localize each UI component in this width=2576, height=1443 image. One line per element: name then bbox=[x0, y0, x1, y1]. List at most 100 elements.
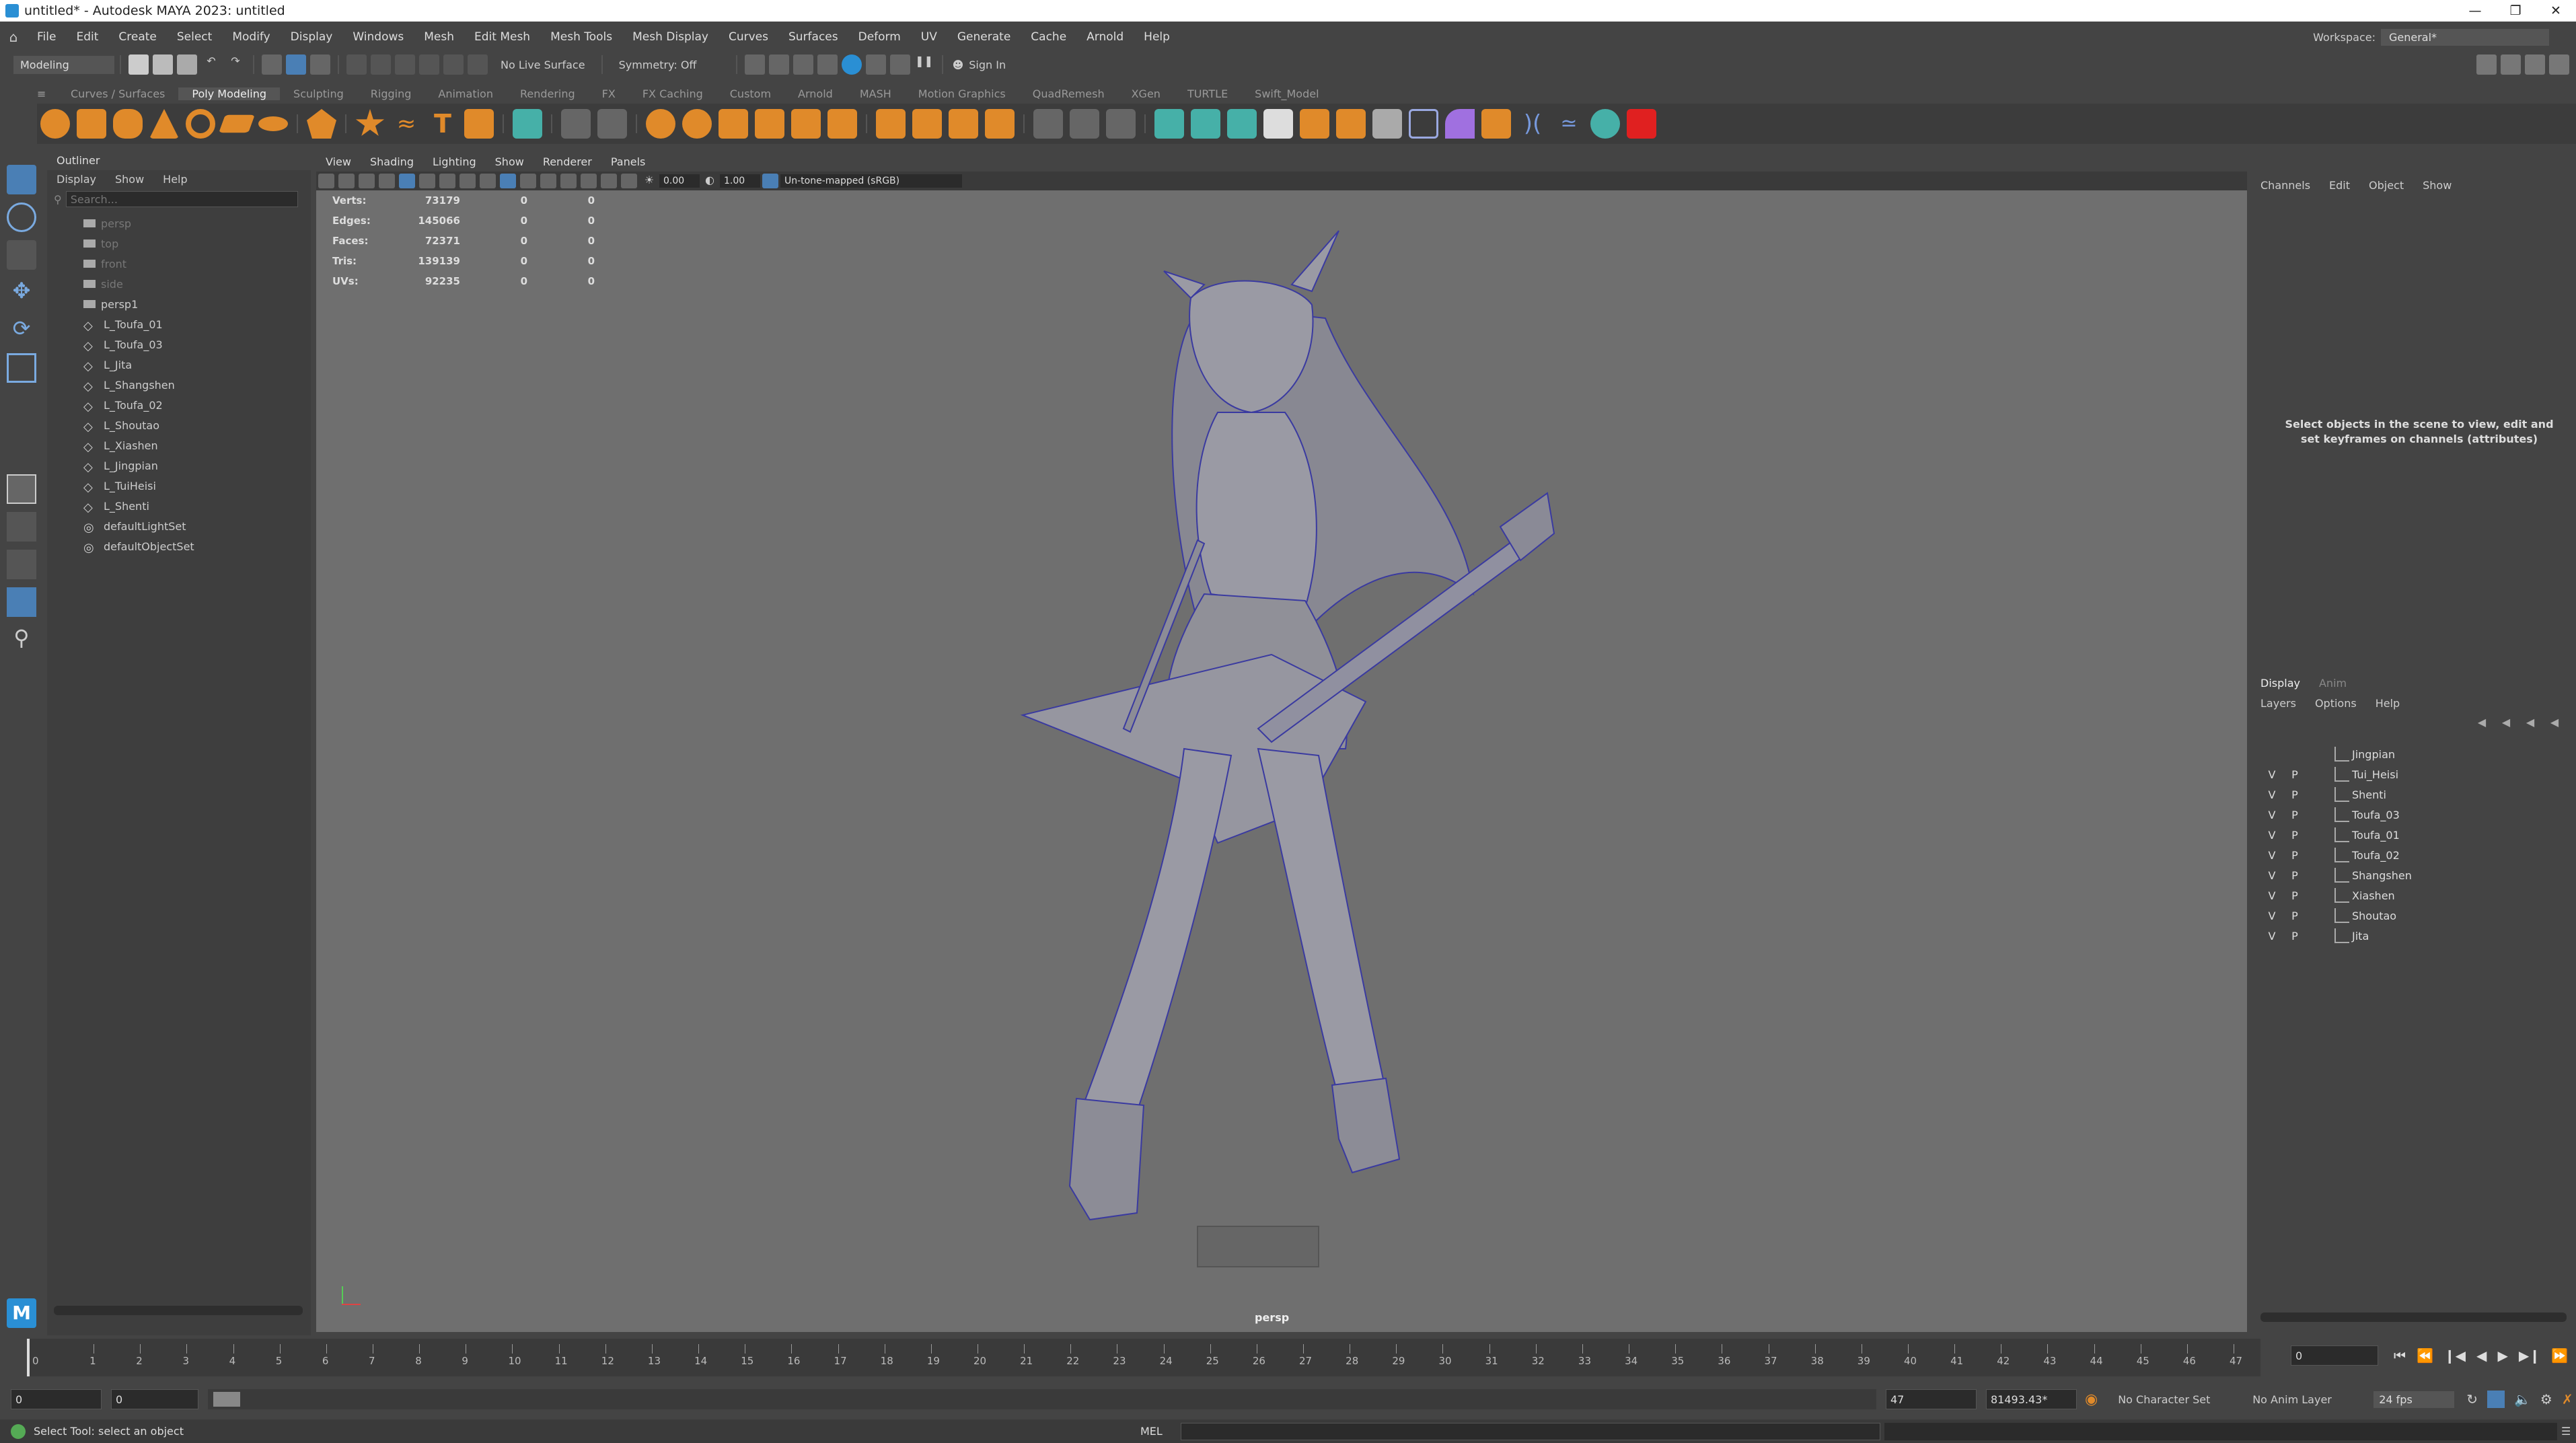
new-empty-layer-icon[interactable]: ◀ bbox=[2520, 716, 2540, 731]
open-scene-icon[interactable] bbox=[153, 54, 173, 75]
layer-visibility-toggle[interactable]: V bbox=[2260, 889, 2283, 902]
light-editor-icon[interactable] bbox=[889, 54, 910, 75]
color-management-icon[interactable] bbox=[762, 174, 778, 188]
shelf-tab-swift-model[interactable]: Swift_Model bbox=[1241, 87, 1332, 100]
bookmark-icon[interactable] bbox=[359, 174, 375, 188]
outliner-item[interactable]: ◇ L_Jingpian bbox=[83, 455, 311, 476]
viewport-scene[interactable]: Verts: 73179 0 0 Edges: 145066 0 0 Faces: 72371 0 0… bbox=[316, 190, 2247, 1332]
model-part[interactable] bbox=[1068, 1097, 1145, 1221]
layer-hscrollbar[interactable] bbox=[2260, 1312, 2567, 1322]
layer-tab-display[interactable]: Display bbox=[2260, 677, 2300, 690]
play-forward-icon[interactable]: ▶ bbox=[2497, 1347, 2507, 1364]
range-slider-bar[interactable] bbox=[208, 1389, 1876, 1409]
cube-wire-icon[interactable] bbox=[1409, 109, 1438, 139]
resolution-gate-icon[interactable] bbox=[439, 174, 455, 188]
fps-dropdown[interactable]: 24 fps bbox=[2373, 1391, 2455, 1408]
hypershade-icon[interactable] bbox=[841, 54, 862, 75]
menu-mesh[interactable]: Mesh bbox=[414, 30, 464, 44]
outliner-view-icon[interactable] bbox=[7, 587, 36, 617]
poly-plane-icon[interactable] bbox=[219, 114, 255, 133]
shadows-icon[interactable] bbox=[560, 174, 577, 188]
extrude-icon[interactable] bbox=[876, 109, 906, 139]
poly-text-icon[interactable]: T bbox=[428, 109, 457, 139]
step-forward-key-icon[interactable]: ⏩ bbox=[2551, 1347, 2568, 1364]
cache-icon[interactable]: ⚙ bbox=[2540, 1391, 2552, 1407]
layer-row[interactable]: V P Toufa_03 bbox=[2260, 805, 2576, 825]
viewport-menu-renderer[interactable]: Renderer bbox=[543, 155, 592, 168]
modeling-toolkit-icon[interactable] bbox=[2476, 54, 2497, 75]
outliner-item[interactable]: ◇ L_Shangshen bbox=[83, 375, 311, 395]
viewport-menu-view[interactable]: View bbox=[326, 155, 351, 168]
move-tool-icon[interactable]: ✥ bbox=[7, 278, 36, 307]
single-view-icon[interactable] bbox=[7, 474, 36, 504]
new-scene-icon[interactable] bbox=[128, 54, 149, 75]
shelf-tab-sculpting[interactable]: Sculpting bbox=[280, 87, 357, 100]
paint-select-icon[interactable] bbox=[7, 240, 36, 270]
layer-color-swatch[interactable] bbox=[2309, 747, 2332, 762]
channel-box-menu-channels[interactable]: Channels bbox=[2260, 179, 2310, 192]
anim-layer-dropdown[interactable]: No Anim Layer bbox=[2252, 1393, 2367, 1406]
super-shape-icon[interactable] bbox=[355, 109, 385, 137]
outliner-menu-help[interactable]: Help bbox=[163, 173, 187, 186]
undo-icon[interactable]: ↶ bbox=[201, 54, 221, 75]
menu-help[interactable]: Help bbox=[1134, 30, 1180, 44]
outliner-menu-show[interactable]: Show bbox=[115, 173, 144, 186]
layer-visibility-toggle[interactable]: V bbox=[2260, 768, 2283, 781]
close-icon[interactable]: ✕ bbox=[2536, 3, 2576, 18]
uv-pin-icon[interactable] bbox=[1372, 109, 1402, 139]
layer-visibility-toggle[interactable]: V bbox=[2260, 869, 2283, 882]
command-line-input[interactable] bbox=[1181, 1422, 1880, 1440]
layer-playback-toggle[interactable]: P bbox=[2283, 788, 2306, 801]
boolean-union-icon[interactable] bbox=[755, 109, 784, 139]
workspace-dropdown[interactable]: General* bbox=[2381, 28, 2549, 46]
outliner-item[interactable]: ◇ L_Toufa_01 bbox=[83, 314, 311, 334]
menu-mesh-display[interactable]: Mesh Display bbox=[622, 30, 719, 44]
outliner-item[interactable]: front bbox=[83, 254, 311, 274]
channel-box-menu-object[interactable]: Object bbox=[2369, 179, 2404, 192]
outliner-item[interactable]: persp bbox=[83, 213, 311, 233]
channel-box-menu-show[interactable]: Show bbox=[2423, 179, 2452, 192]
tool-settings-icon[interactable] bbox=[2525, 54, 2545, 75]
shelf-tab-quadremesh[interactable]: QuadRemesh bbox=[1019, 87, 1118, 100]
planar-uv-icon[interactable] bbox=[1227, 109, 1257, 139]
uv-editor-icon[interactable] bbox=[1154, 109, 1184, 139]
layer-row[interactable]: V P Shenti bbox=[2260, 784, 2576, 805]
poly-disc-icon[interactable] bbox=[258, 116, 288, 131]
menu-arnold[interactable]: Arnold bbox=[1076, 30, 1134, 44]
shelf-tab-arnold[interactable]: Arnold bbox=[784, 87, 846, 100]
playback-end-field[interactable] bbox=[1886, 1389, 1977, 1409]
select-hierarchy-icon[interactable] bbox=[262, 54, 282, 75]
rotate-tool-icon[interactable]: ⟳ bbox=[7, 316, 36, 345]
uv-cut-icon[interactable] bbox=[1336, 109, 1366, 139]
menu-cache[interactable]: Cache bbox=[1021, 30, 1076, 44]
attribute-editor-icon[interactable] bbox=[2501, 54, 2521, 75]
menu-create[interactable]: Create bbox=[108, 30, 167, 44]
layer-color-swatch[interactable] bbox=[2309, 908, 2332, 923]
restore-icon[interactable]: ❐ bbox=[2495, 3, 2536, 18]
render-settings-icon[interactable] bbox=[817, 54, 838, 75]
poly-torus-icon[interactable] bbox=[186, 109, 215, 139]
layer-row[interactable]: V P Jita bbox=[2260, 926, 2576, 946]
wireframe-on-shaded-icon[interactable] bbox=[500, 174, 516, 188]
scale-tool-icon[interactable] bbox=[7, 353, 36, 383]
character-model[interactable] bbox=[316, 190, 2247, 1332]
user-icon[interactable]: ☻ bbox=[953, 59, 964, 71]
outliner-item[interactable]: ◎ defaultLightSet bbox=[83, 516, 311, 536]
render-view-icon[interactable] bbox=[744, 54, 765, 75]
step-forward-frame-icon[interactable]: ▶❙ bbox=[2519, 1347, 2540, 1364]
poly-helix-icon[interactable]: ≈ bbox=[392, 109, 421, 139]
layer-row[interactable]: V P Shoutao bbox=[2260, 905, 2576, 926]
outliner-item[interactable]: top bbox=[83, 233, 311, 254]
shelf-settings-icon[interactable]: ≡ bbox=[37, 87, 50, 100]
loop-icon[interactable]: ↻ bbox=[2466, 1391, 2478, 1407]
shelf-tab-animation[interactable]: Animation bbox=[425, 87, 507, 100]
poly-cylinder-icon[interactable] bbox=[113, 109, 143, 139]
outliner-item[interactable]: ◇ L_Toufa_02 bbox=[83, 395, 311, 415]
mel-label[interactable]: MEL bbox=[1140, 1425, 1167, 1438]
timeline-playhead[interactable] bbox=[27, 1339, 30, 1376]
select-tool-icon[interactable] bbox=[7, 165, 36, 194]
symmetry-dropdown[interactable]: Symmetry: Off bbox=[619, 59, 720, 71]
bevel-icon[interactable] bbox=[949, 109, 978, 139]
layer-color-swatch[interactable] bbox=[2309, 807, 2332, 822]
snap-point-icon[interactable] bbox=[395, 54, 415, 75]
